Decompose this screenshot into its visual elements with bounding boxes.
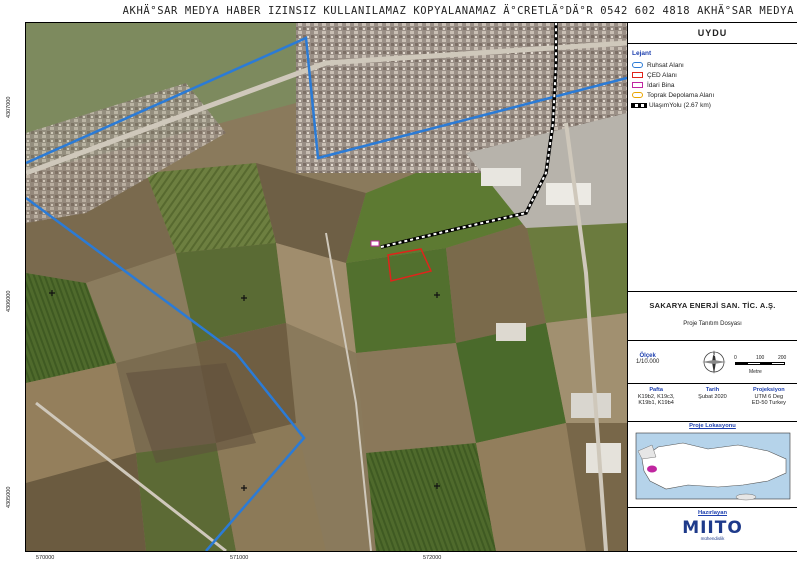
axis-x-label: 572000	[423, 555, 442, 561]
legend-label: Toprak Depolama Alanı	[647, 91, 715, 99]
info-header: Pafta	[649, 387, 663, 393]
location-block: Proje Lokasyonu	[628, 421, 797, 508]
panel-title: UYDU	[628, 23, 797, 44]
legend-label: Ruhsat Alanı	[647, 61, 684, 69]
storage-swatch	[632, 92, 643, 98]
info-line: K19b1, K19b4	[638, 400, 674, 406]
info-panel: UYDU Lejant Ruhsat Alanı ÇED Alanı İdari…	[627, 23, 797, 551]
info-line: Şubat 2020	[698, 394, 727, 400]
prepared-title: Hazırlayan	[698, 510, 727, 516]
scale-bar: 0 100 200 Metre	[734, 355, 791, 375]
scale-block: Ölçek 1/10.000 N 0 100 200 Metre	[628, 341, 797, 384]
admin-swatch	[632, 82, 643, 88]
scale-tick: 0	[734, 355, 737, 361]
legend-item: Toprak Depolama Alanı	[632, 90, 793, 100]
prepared-block: Hazırlayan MIITO mühendislik	[628, 507, 797, 551]
ced-swatch	[632, 72, 643, 78]
company-name: SAKARYA ENERJİ SAN. TİC. A.Ş.	[649, 301, 776, 310]
map-canvas	[26, 23, 627, 551]
axis-x-label: 571000	[230, 555, 249, 561]
legend-label: ÇED Alanı	[647, 71, 677, 79]
legend-item: İdari Bina	[632, 80, 793, 90]
legend-label: UlaşımYolu (2.67 km)	[649, 101, 711, 109]
legend-item: ÇED Alanı	[632, 70, 793, 80]
axis-x-label: 570000	[36, 555, 55, 561]
company-subtitle: Proje Tanıtım Dosyası	[683, 321, 742, 327]
info-header: Projeksiyon	[752, 387, 785, 393]
scale-value: 1/10.000	[636, 359, 660, 365]
axis-y-label: 4306000	[6, 290, 12, 312]
watermark-text: AKHÄ°SAR MEDYA HABER IZINSIZ KULLANILAMA…	[122, 5, 794, 17]
license-swatch	[632, 62, 643, 68]
compass-icon: N	[701, 349, 727, 377]
legend-item: UlaşımYolu (2.67 km)	[631, 100, 793, 110]
scale-tick: 100	[756, 355, 765, 361]
info-row: Pafta K19b2, K19c3, K19b1, K19b4 Tarih Ş…	[628, 383, 797, 422]
location-title: Proje Lokasyonu	[689, 423, 736, 429]
info-projection: Projeksiyon UTM 6 Deg ED-50 Turkey	[741, 383, 797, 421]
road-swatch	[631, 102, 647, 108]
axis-y-label: 4307000	[6, 96, 12, 118]
satellite-map[interactable]	[26, 23, 627, 551]
company-logo: MIITO	[682, 518, 743, 538]
company-logo-subtitle: mühendislik	[700, 536, 725, 541]
legend-title: Lejant	[632, 50, 652, 57]
info-sheet: Pafta K19b2, K19c3, K19b1, K19b4	[628, 383, 684, 421]
project-location-marker	[647, 465, 657, 473]
company-block: SAKARYA ENERJİ SAN. TİC. A.Ş. Proje Tanı…	[628, 291, 797, 341]
admin-building-marker	[370, 240, 380, 247]
compass-n: N	[713, 352, 716, 357]
info-line: ED-50 Turkey	[751, 400, 786, 406]
location-map	[635, 432, 791, 501]
axis-y-label: 4305000	[6, 486, 12, 508]
legend-label: İdari Bina	[647, 81, 675, 89]
scale-unit: Metre	[749, 369, 762, 375]
scale-tick: 200	[778, 355, 787, 361]
legend: Lejant Ruhsat Alanı ÇED Alanı İdari Bina…	[628, 44, 797, 110]
legend-item: Ruhsat Alanı	[632, 60, 793, 70]
scale-text: Ölçek 1/10.000	[636, 353, 659, 365]
info-header: Tarih	[705, 387, 720, 393]
info-date: Tarih Şubat 2020	[684, 383, 740, 421]
